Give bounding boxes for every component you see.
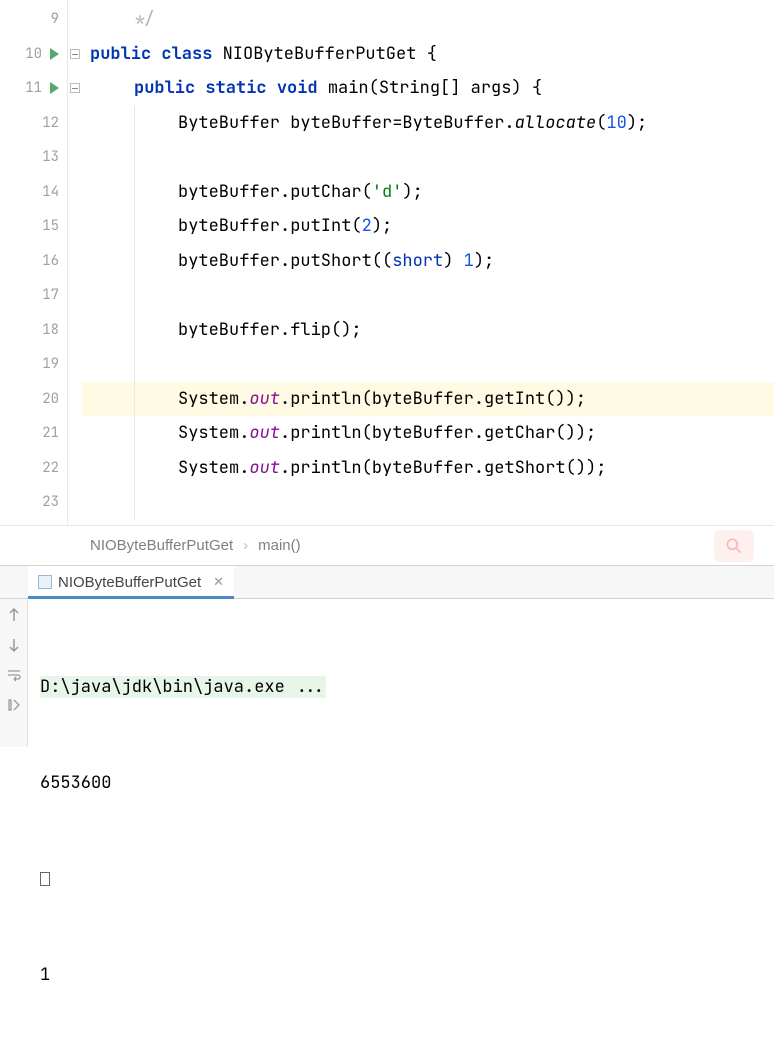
console-toolbar (0, 599, 28, 747)
soft-wrap-icon[interactable] (6, 667, 22, 683)
code-line[interactable]: byteBuffer.putChar('d'); (82, 175, 774, 210)
console-output[interactable]: D:\java\jdk\bin\java.exe ... 6553600 1 (28, 599, 774, 747)
search-button[interactable] (714, 530, 754, 562)
run-tab-bar: NIOByteBufferPutGet ✕ (0, 565, 774, 599)
breadcrumb-method[interactable]: main() (258, 537, 301, 554)
code-editor[interactable]: */public class NIOByteBufferPutGet {publ… (82, 0, 774, 525)
gutter-line[interactable]: 22 (0, 451, 67, 486)
line-number-gutter[interactable]: 91011121314151617181920212223 (0, 0, 68, 525)
gutter-line[interactable]: 16 (0, 244, 67, 279)
breadcrumb-separator: › (243, 537, 248, 554)
code-line[interactable]: System.out.println(byteBuffer.getInt()); (82, 382, 774, 417)
console-line (40, 863, 762, 895)
run-gutter-icon[interactable] (50, 82, 59, 94)
gutter-line[interactable]: 20 (0, 382, 67, 417)
code-line[interactable]: byteBuffer.putShort((short) 1); (82, 244, 774, 279)
gutter-line[interactable]: 18 (0, 313, 67, 348)
code-line[interactable] (82, 485, 774, 520)
code-line[interactable]: public static void main(String[] args) { (82, 71, 774, 106)
gutter-line[interactable]: 11 (0, 71, 67, 106)
fold-toggle-icon[interactable] (70, 83, 80, 93)
close-tab-icon[interactable]: ✕ (213, 574, 224, 590)
breadcrumb-bar: NIOByteBufferPutGet › main() (0, 525, 774, 565)
console-command: D:\java\jdk\bin\java.exe ... (40, 676, 326, 698)
scroll-to-end-icon[interactable] (6, 697, 22, 713)
console-line: 1 (40, 959, 762, 991)
breadcrumb-class[interactable]: NIOByteBufferPutGet (90, 537, 233, 554)
gutter-line[interactable]: 14 (0, 175, 67, 210)
gutter-line[interactable]: 23 (0, 485, 67, 520)
code-line[interactable] (82, 140, 774, 175)
gutter-line[interactable]: 12 (0, 106, 67, 141)
gutter-line[interactable]: 15 (0, 209, 67, 244)
console-panel: D:\java\jdk\bin\java.exe ... 6553600 1 (0, 599, 774, 747)
code-line[interactable]: public class NIOByteBufferPutGet { (82, 37, 774, 72)
run-gutter-icon[interactable] (50, 48, 59, 60)
code-line[interactable]: System.out.println(byteBuffer.getShort()… (82, 451, 774, 486)
unknown-char-box (40, 872, 50, 886)
editor-area: 91011121314151617181920212223 */public c… (0, 0, 774, 525)
console-line: 6553600 (40, 767, 762, 799)
fold-column[interactable] (68, 0, 82, 525)
code-line[interactable]: byteBuffer.putInt(2); (82, 209, 774, 244)
code-line[interactable] (82, 347, 774, 382)
run-tab[interactable]: NIOByteBufferPutGet ✕ (28, 566, 234, 598)
code-line[interactable]: byteBuffer.flip(); (82, 313, 774, 348)
code-line[interactable] (82, 278, 774, 313)
code-line[interactable]: ByteBuffer byteBuffer=ByteBuffer.allocat… (82, 106, 774, 141)
gutter-line[interactable]: 13 (0, 140, 67, 175)
gutter-line[interactable]: 9 (0, 2, 67, 37)
gutter-line[interactable]: 21 (0, 416, 67, 451)
arrow-down-icon[interactable] (6, 637, 22, 653)
run-config-icon (38, 575, 52, 589)
run-tab-label: NIOByteBufferPutGet (58, 574, 201, 591)
arrow-up-icon[interactable] (6, 607, 22, 623)
search-icon (724, 536, 744, 556)
fold-toggle-icon[interactable] (70, 49, 80, 59)
gutter-line[interactable]: 10 (0, 37, 67, 72)
code-line[interactable]: */ (82, 2, 774, 37)
gutter-line[interactable]: 19 (0, 347, 67, 382)
gutter-line[interactable]: 17 (0, 278, 67, 313)
code-line[interactable]: System.out.println(byteBuffer.getChar())… (82, 416, 774, 451)
